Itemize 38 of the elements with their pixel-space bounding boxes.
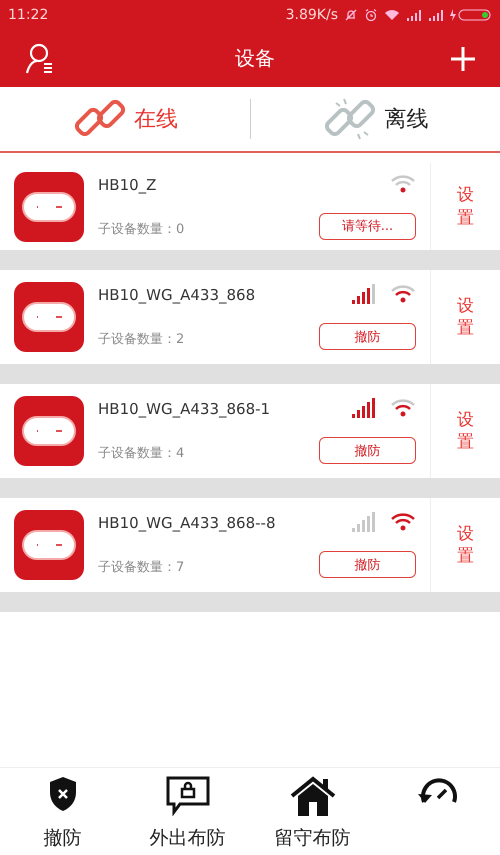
signal-icon xyxy=(428,9,444,21)
network-speed: 3.89K/s xyxy=(286,7,338,23)
house-icon[interactable] xyxy=(290,776,336,816)
device-name: HB10_WG_A433_868--8 xyxy=(98,514,277,532)
shield-icon[interactable] xyxy=(48,776,78,812)
tab[interactable]: 离线 xyxy=(250,87,500,151)
mute-bell-icon xyxy=(344,8,358,22)
battery-icon xyxy=(450,9,492,21)
alarm-icon xyxy=(364,8,378,22)
action-button[interactable]: 撤防 xyxy=(319,551,416,578)
device-icon xyxy=(14,396,84,466)
page-title: 设备 xyxy=(235,45,275,72)
device-card[interactable]: HB10_WG_A433_868 子设备数量：2 撤防 设置 xyxy=(0,270,500,364)
device-name: HB10_WG_A433_868-1 xyxy=(98,400,272,418)
device-icon xyxy=(14,172,84,242)
add-icon[interactable] xyxy=(450,46,476,72)
device-icon xyxy=(14,510,84,580)
tab[interactable]: 在线 xyxy=(0,87,250,151)
device-name: HB10_WG_A433_868 xyxy=(98,286,256,304)
device-card[interactable]: HB10_WG_A433_868-1 子设备数量：4 撤防 设置 xyxy=(0,384,500,478)
sub-device-count: 子设备数量：2 xyxy=(98,331,186,348)
message-lock-icon[interactable] xyxy=(166,776,210,816)
device-card[interactable]: HB10_WG_A433_868--8 子设备数量：7 撤防 设置 xyxy=(0,498,500,592)
action-button[interactable]: 撤防 xyxy=(319,323,416,350)
sub-device-count: 子设备数量：4 xyxy=(98,445,186,462)
nav-label[interactable]: 撤防 xyxy=(44,825,82,851)
device-card[interactable]: HB10_Z 子设备数量：0 请等待... 设置 xyxy=(0,163,500,250)
sub-device-count: 子设备数量：7 xyxy=(98,559,186,576)
nav-label[interactable]: 留守布防 xyxy=(274,825,350,851)
action-button[interactable]: 撤防 xyxy=(319,437,416,464)
status-time: 11:22 xyxy=(8,7,48,23)
action-button[interactable]: 请等待... xyxy=(319,212,416,240)
device-icon xyxy=(14,282,84,352)
device-name: HB10_Z xyxy=(98,176,158,194)
nav-label[interactable]: 外出布防 xyxy=(150,825,226,851)
signal-icon xyxy=(406,9,422,21)
wifi-status-icon xyxy=(384,9,400,21)
sub-device-count: 子设备数量：0 xyxy=(98,220,186,238)
